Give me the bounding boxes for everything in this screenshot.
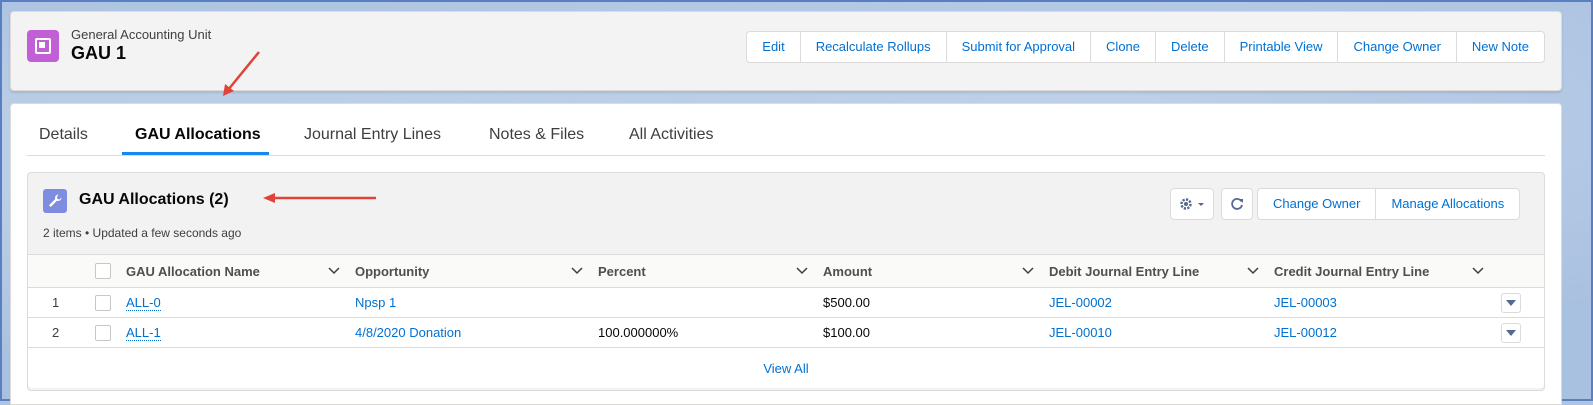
allocation-name-link[interactable]: ALL-1 [126,325,161,341]
list-settings-button[interactable] [1170,188,1214,220]
amount-value: $500.00 [823,295,870,310]
chevron-down-icon[interactable] [570,264,584,278]
change-owner-list-button[interactable]: Change Owner [1258,189,1375,219]
percent-value: 100.000000% [598,325,679,340]
related-list-title[interactable]: GAU Allocations (2) [79,191,229,209]
chevron-down-icon[interactable] [327,264,341,278]
submit-for-approval-button[interactable]: Submit for Approval [945,32,1090,62]
table-row: 1 ALL-0 Npsp 1 $500.00 JEL-00002 JEL-000… [28,288,1544,318]
select-all-checkbox[interactable] [95,263,111,279]
tab-notes-files[interactable]: Notes & Files [489,126,584,144]
header-actions: Edit Recalculate Rollups Submit for Appr… [746,31,1545,63]
new-note-button[interactable]: New Note [1455,32,1544,62]
tab-details[interactable]: Details [39,126,88,144]
chevron-down-icon[interactable] [1021,264,1035,278]
row-checkbox[interactable] [95,295,111,311]
recalculate-rollups-button[interactable]: Recalculate Rollups [799,32,946,62]
credit-jel-link[interactable]: JEL-00012 [1274,325,1337,340]
record-title: GAU 1 [71,43,127,63]
active-tab-indicator [122,152,269,155]
refresh-button[interactable] [1221,188,1253,220]
table-row: 2 ALL-1 4/8/2020 Donation 100.000000% $1… [28,318,1544,348]
table-header: GAU Allocation Name Opportunity Percent … [28,254,1544,288]
tab-all-activities[interactable]: All Activities [629,126,713,144]
column-header-credit[interactable]: Credit Journal Entry Line [1274,264,1429,279]
column-header-debit[interactable]: Debit Journal Entry Line [1049,264,1199,279]
refresh-icon [1231,198,1243,210]
column-header-amount[interactable]: Amount [823,264,872,279]
related-list-actions: Change Owner Manage Allocations [1257,188,1521,220]
wrench-icon [43,189,67,213]
chevron-down-icon[interactable] [1471,264,1485,278]
row-number: 1 [52,295,60,310]
manage-allocations-button[interactable]: Manage Allocations [1375,189,1519,219]
tab-gau-allocations[interactable]: GAU Allocations [135,126,261,144]
credit-jel-link[interactable]: JEL-00003 [1274,295,1337,310]
tab-journal-entry-lines[interactable]: Journal Entry Lines [304,126,441,144]
row-number: 2 [52,325,60,340]
record-header: General Accounting Unit GAU 1 Edit Recal… [10,11,1562,91]
view-all-footer: View All [28,348,1544,388]
column-header-opportunity[interactable]: Opportunity [355,264,429,279]
row-action-menu-button[interactable] [1501,323,1521,343]
opportunity-link[interactable]: Npsp 1 [355,295,396,310]
record-type-icon [27,30,59,62]
column-header-name[interactable]: GAU Allocation Name [126,264,260,279]
opportunity-link[interactable]: 4/8/2020 Donation [355,325,461,340]
main-card: Details GAU Allocations Journal Entry Li… [10,103,1562,405]
column-header-percent[interactable]: Percent [598,264,646,279]
allocation-name-link[interactable]: ALL-0 [126,295,161,311]
row-action-menu-button[interactable] [1501,293,1521,313]
change-owner-button[interactable]: Change Owner [1337,32,1455,62]
allocations-table: GAU Allocation Name Opportunity Percent … [28,254,1544,388]
tab-bar: Details GAU Allocations Journal Entry Li… [27,104,1545,156]
related-list-card: GAU Allocations (2) 2 items • Updated a … [27,172,1545,391]
printable-view-button[interactable]: Printable View [1223,32,1338,62]
gear-icon [1180,198,1204,210]
page-frame: General Accounting Unit GAU 1 Edit Recal… [0,0,1593,405]
view-all-link[interactable]: View All [28,361,1544,376]
amount-value: $100.00 [823,325,870,340]
related-list-status: 2 items • Updated a few seconds ago [43,226,242,240]
chevron-down-icon[interactable] [795,264,809,278]
object-kind-label: General Accounting Unit [71,27,212,42]
edit-button[interactable]: Edit [747,32,799,62]
chevron-down-icon[interactable] [1246,264,1260,278]
row-checkbox[interactable] [95,325,111,341]
clone-button[interactable]: Clone [1090,32,1155,62]
delete-button[interactable]: Delete [1155,32,1224,62]
debit-jel-link[interactable]: JEL-00002 [1049,295,1112,310]
debit-jel-link[interactable]: JEL-00010 [1049,325,1112,340]
